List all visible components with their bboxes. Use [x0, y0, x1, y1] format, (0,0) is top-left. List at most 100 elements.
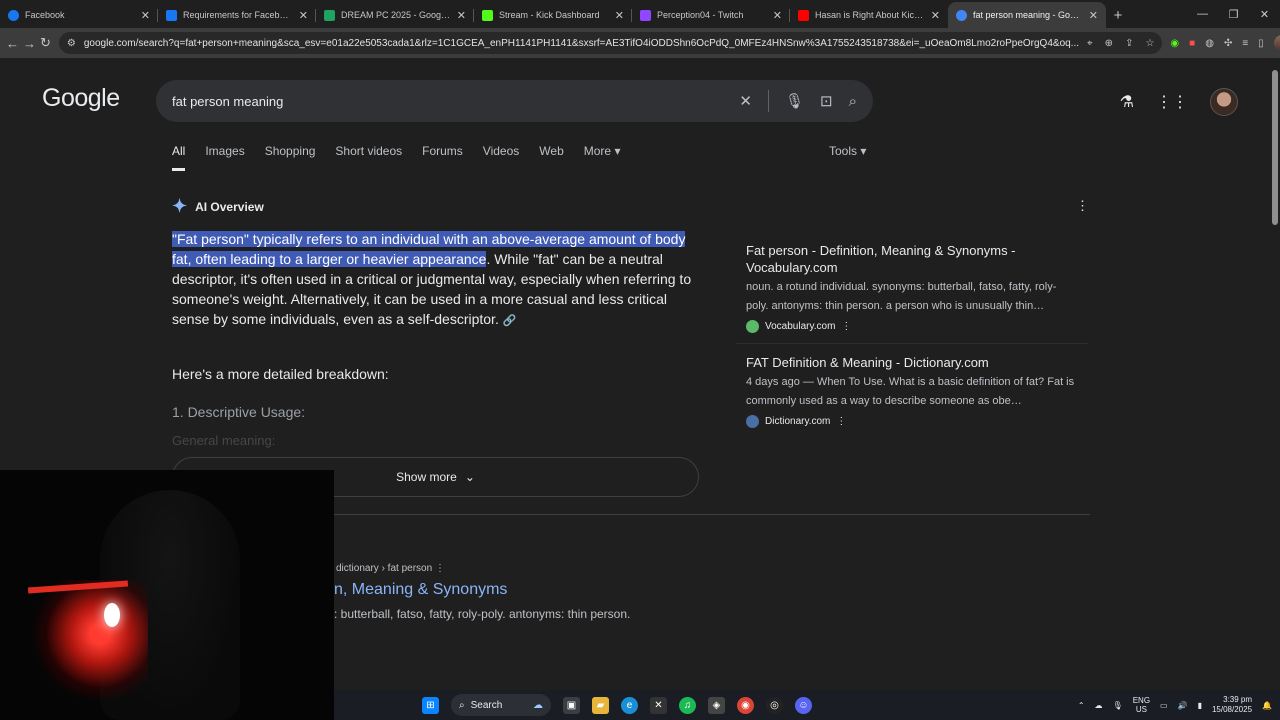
- language-indicator[interactable]: ENG US: [1133, 696, 1150, 714]
- filter-images[interactable]: Images: [205, 144, 244, 171]
- mic-icon[interactable]: 🎙: [785, 92, 804, 110]
- extensions-puzzle-icon[interactable]: ✣: [1224, 38, 1232, 49]
- account-avatar[interactable]: [1210, 88, 1238, 116]
- tab-twitch[interactable]: Perception04 - Twitch ✕: [632, 2, 790, 28]
- close-icon[interactable]: ✕: [141, 9, 150, 22]
- forward-button[interactable]: →: [23, 32, 36, 54]
- youtube-icon: [798, 9, 809, 21]
- search-box[interactable]: ✕ 🎙 ⊡ ⌕: [156, 80, 873, 122]
- playlist-icon[interactable]: ≡: [1242, 38, 1248, 49]
- ai-overview-menu-icon[interactable]: ⋮: [1076, 198, 1089, 214]
- close-icon[interactable]: ✕: [773, 9, 782, 22]
- obs-icon[interactable]: ◎: [766, 696, 783, 714]
- filter-short-videos[interactable]: Short videos: [335, 144, 402, 171]
- tab-kick[interactable]: Stream - Kick Dashboard ✕: [474, 2, 632, 28]
- filter-videos[interactable]: Videos: [483, 144, 519, 171]
- chevron-down-icon: ⌄: [464, 470, 475, 484]
- discord-icon[interactable]: ☺: [795, 696, 812, 714]
- close-icon[interactable]: ✕: [1089, 9, 1098, 22]
- bookmark-star-icon[interactable]: ☆: [1145, 38, 1154, 49]
- close-icon[interactable]: ✕: [457, 9, 466, 22]
- taskbar-apps: ⊞ ⌕ Search ☁ ▣ ▰ e ✕ ♫ ◈ ◉ ◎ ☺: [422, 690, 812, 720]
- tray-app-icon[interactable]: ☁: [1095, 701, 1103, 710]
- caret-down-icon: ▾: [614, 144, 621, 158]
- search-icon[interactable]: ⌕: [849, 93, 857, 110]
- app-icon[interactable]: ◈: [708, 696, 725, 714]
- breadcrumb-text: dictionary › fat person: [336, 563, 433, 574]
- tab-google-active[interactable]: fat person meaning - Google S ✕: [948, 2, 1106, 28]
- mic-tray-icon[interactable]: 🎙: [1113, 701, 1123, 710]
- tab-title: Facebook: [25, 10, 65, 20]
- filter-all[interactable]: All: [172, 144, 186, 171]
- labs-flask-icon[interactable]: ⚗: [1120, 92, 1134, 112]
- zoom-icon[interactable]: ⊕: [1105, 38, 1113, 49]
- dictionary-icon: [746, 415, 759, 428]
- profile-avatar[interactable]: [1273, 35, 1280, 51]
- extension-icon-2[interactable]: ■: [1189, 38, 1195, 49]
- google-logo[interactable]: Google: [42, 84, 120, 113]
- red-light-glow: [28, 580, 148, 700]
- extension-icon-1[interactable]: ◉: [1170, 38, 1179, 49]
- filter-web[interactable]: Web: [539, 144, 563, 171]
- edge-icon[interactable]: e: [621, 696, 638, 714]
- apps-grid-icon[interactable]: ⋮⋮: [1156, 92, 1188, 112]
- page-scrollbar[interactable]: [1270, 58, 1280, 690]
- tools-button[interactable]: Tools ▾: [829, 144, 866, 158]
- share-icon[interactable]: ⇪: [1125, 38, 1133, 49]
- tab-youtube[interactable]: Hasan is Right About Kick..Son ✕: [790, 2, 948, 28]
- notifications-icon[interactable]: 🔔: [1262, 701, 1272, 710]
- url-text: google.com/search?q=fat+person+meaning&s…: [83, 37, 1080, 49]
- lens-icon[interactable]: ⊡: [820, 92, 833, 110]
- back-button[interactable]: ←: [6, 32, 19, 54]
- more-options-icon[interactable]: ⋮: [836, 416, 846, 427]
- tab-title: Perception04 - Twitch: [657, 10, 744, 20]
- maximize-button[interactable]: ❐: [1218, 0, 1249, 28]
- tab-facebook[interactable]: Facebook ✕: [0, 2, 158, 28]
- more-options-icon[interactable]: ⋮: [435, 563, 445, 574]
- source-card[interactable]: Fat person - Definition, Meaning & Synon…: [736, 232, 1088, 344]
- header-actions: ⚗ ⋮⋮: [1120, 88, 1238, 116]
- close-icon[interactable]: ✕: [615, 9, 624, 22]
- filter-shopping[interactable]: Shopping: [265, 144, 316, 171]
- extension-icon-3[interactable]: ◍: [1205, 38, 1214, 49]
- battery-icon[interactable]: ▮: [1198, 701, 1202, 710]
- scrollbar-thumb[interactable]: [1272, 70, 1278, 225]
- close-window-button[interactable]: ✕: [1249, 0, 1280, 28]
- source-title[interactable]: FAT Definition & Meaning - Dictionary.co…: [746, 354, 1078, 371]
- tab-title: Requirements for Facebook Liv: [183, 10, 293, 20]
- more-options-icon[interactable]: ⋮: [841, 321, 851, 332]
- minimize-button[interactable]: —: [1187, 0, 1218, 28]
- reload-button[interactable]: ↻: [40, 32, 51, 54]
- filter-forums[interactable]: Forums: [422, 144, 463, 171]
- link-icon[interactable]: 🔗: [503, 315, 517, 327]
- clock[interactable]: 3:39 pm 15/08/2025: [1212, 695, 1252, 715]
- network-icon[interactable]: ▭: [1160, 701, 1168, 710]
- source-card[interactable]: FAT Definition & Meaning - Dictionary.co…: [736, 344, 1088, 438]
- search-input[interactable]: [172, 93, 740, 109]
- tray-overflow-icon[interactable]: ⌃: [1078, 701, 1085, 710]
- location-icon[interactable]: ⌖: [1087, 38, 1093, 49]
- speaker-icon[interactable]: 🔊: [1178, 701, 1188, 710]
- sidebar-icon[interactable]: ▯: [1258, 38, 1264, 49]
- source-title[interactable]: Fat person - Definition, Meaning & Synon…: [746, 242, 1078, 276]
- spotify-icon[interactable]: ♫: [679, 696, 696, 714]
- file-explorer-icon[interactable]: ▰: [592, 696, 609, 714]
- task-view-icon[interactable]: ▣: [563, 696, 580, 714]
- screen: Facebook ✕ Requirements for Facebook Liv…: [0, 0, 1280, 720]
- address-bar[interactable]: ⚙ google.com/search?q=fat+person+meaning…: [58, 32, 1163, 54]
- result-title-link[interactable]: n, Meaning & Synonyms: [334, 581, 507, 599]
- clear-icon[interactable]: ✕: [739, 92, 752, 110]
- new-tab-button[interactable]: +: [1106, 2, 1130, 28]
- site-info-icon[interactable]: ⚙: [67, 38, 76, 49]
- windows-taskbar: ⊞ ⌕ Search ☁ ▣ ▰ e ✕ ♫ ◈ ◉ ◎ ☺ ⌃ ☁ 🎙 ENG…: [334, 690, 1280, 720]
- filter-more[interactable]: More ▾: [584, 144, 621, 171]
- taskbar-search[interactable]: ⌕ Search ☁: [451, 694, 551, 716]
- tab-sheets[interactable]: DREAM PC 2025 - Google Shee ✕: [316, 2, 474, 28]
- windows-start-icon[interactable]: ⊞: [422, 696, 439, 714]
- close-icon[interactable]: ✕: [299, 9, 308, 22]
- close-icon[interactable]: ✕: [931, 9, 940, 22]
- capcut-icon[interactable]: ✕: [650, 696, 667, 714]
- chrome-icon[interactable]: ◉: [737, 696, 754, 714]
- browser-toolbar: ← → ↻ ⚙ google.com/search?q=fat+person+m…: [0, 28, 1280, 58]
- tab-requirements[interactable]: Requirements for Facebook Liv ✕: [158, 2, 316, 28]
